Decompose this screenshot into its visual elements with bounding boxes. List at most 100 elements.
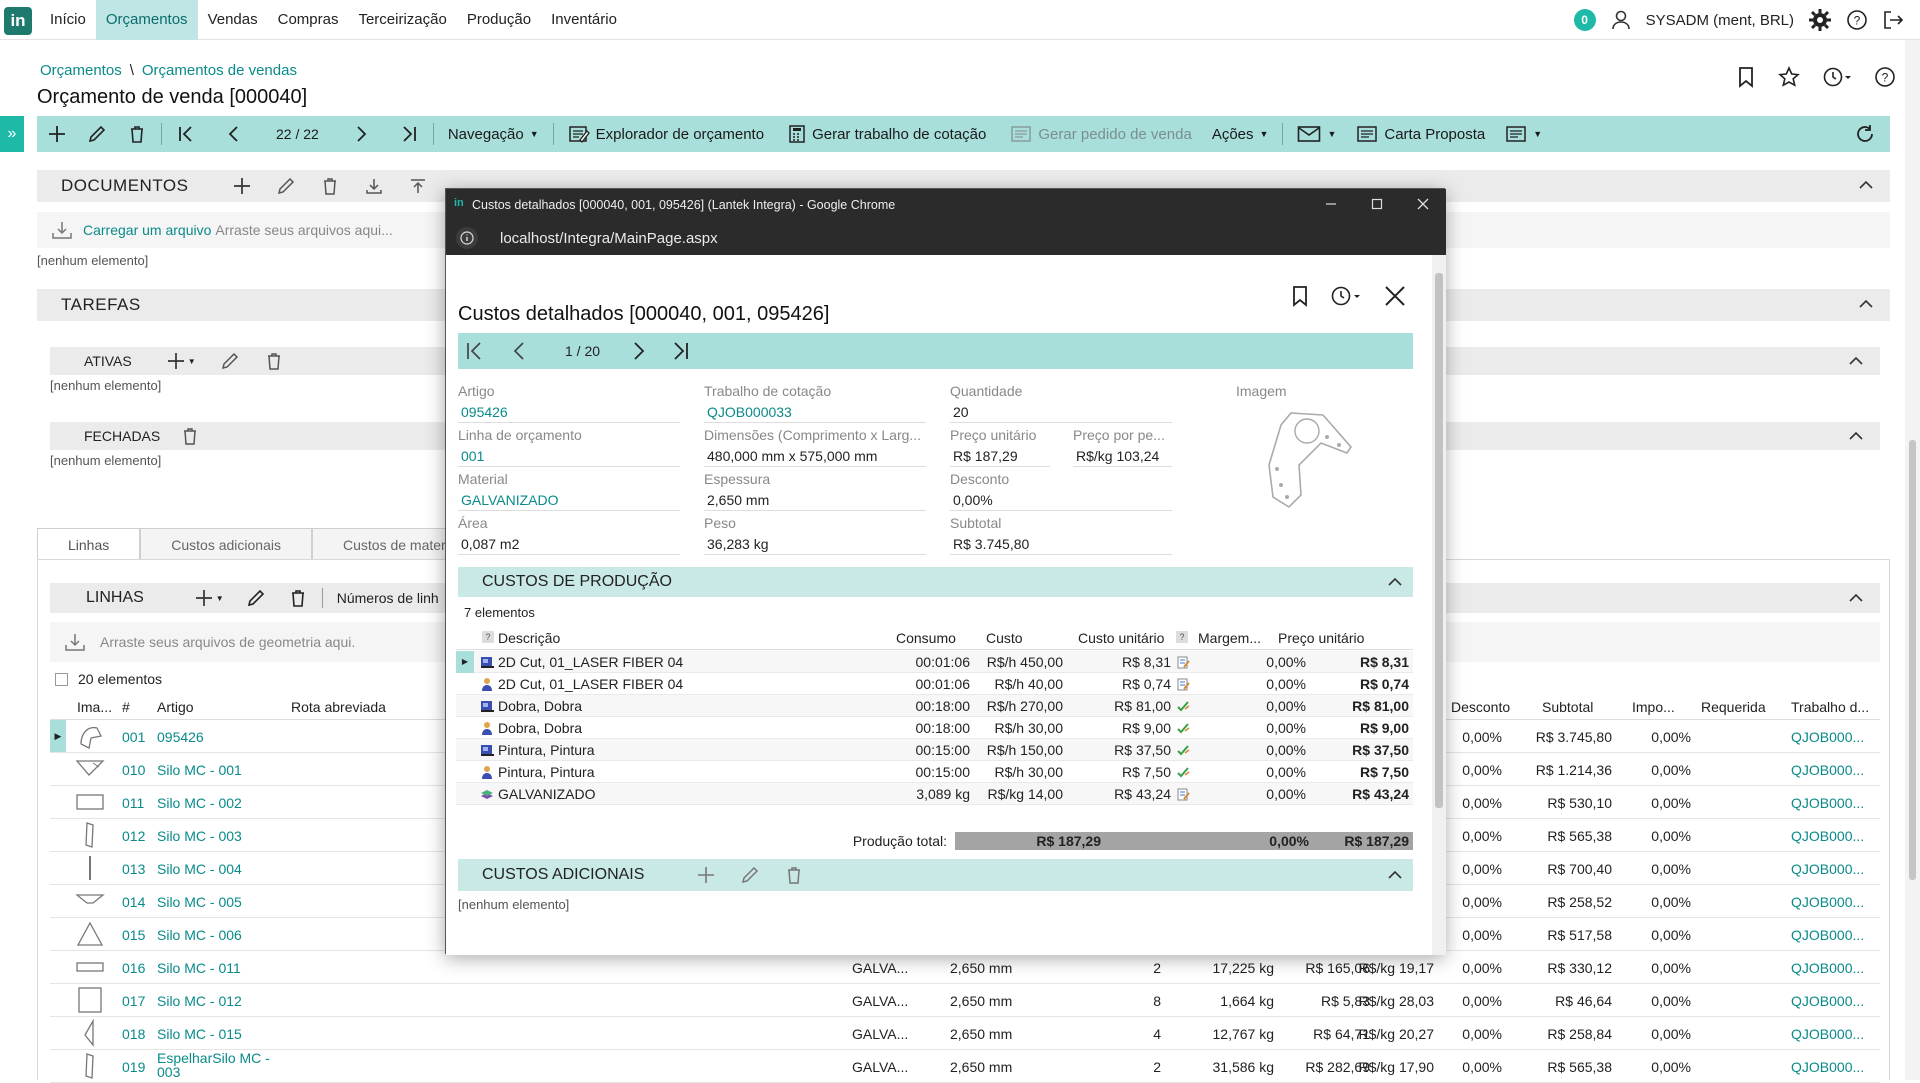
menu-producao[interactable]: Produção <box>457 0 541 40</box>
download-icon[interactable] <box>364 176 384 196</box>
next-record-button[interactable] <box>628 341 648 361</box>
row-artigo[interactable]: Silo MC - 002 <box>157 795 242 811</box>
navegacao-menu[interactable]: Navegação ▼ <box>438 116 549 152</box>
row-trabalho[interactable]: QJOB000... <box>1791 795 1864 811</box>
col-artigo[interactable]: Artigo <box>157 699 194 715</box>
row-trabalho[interactable]: QJOB000... <box>1791 894 1864 910</box>
breadcrumb-orcamentos-vendas[interactable]: Orçamentos de vendas <box>142 62 297 79</box>
row-artigo[interactable]: Silo MC - 003 <box>157 828 242 844</box>
collapse-tarefas-icon[interactable] <box>1858 298 1874 310</box>
linha-link[interactable]: 001 <box>458 445 680 467</box>
col-numero[interactable]: # <box>122 699 130 715</box>
collapse-documentos-icon[interactable] <box>1858 179 1874 191</box>
edit-line-icon[interactable] <box>246 588 266 608</box>
menu-terceirizacao[interactable]: Terceirização <box>348 0 456 40</box>
row-trabalho[interactable]: QJOB000... <box>1791 960 1864 976</box>
row-number[interactable]: 015 <box>122 927 145 943</box>
menu-inicio[interactable]: Início <box>40 0 96 40</box>
row-number[interactable]: 013 <box>122 861 145 877</box>
collapse-adicionais-icon[interactable] <box>1387 869 1403 881</box>
tab-custos-adicionais[interactable]: Custos adicionais <box>140 528 312 560</box>
last-record-button[interactable] <box>389 116 429 152</box>
menu-vendas[interactable]: Vendas <box>198 0 268 40</box>
cost-row[interactable]: GALVANIZADO 3,089 kg R$/kg 14,00 R$ 43,24 0,… <box>456 783 1413 805</box>
row-trabalho[interactable]: QJOB000... <box>1791 729 1864 745</box>
edit-cost-icon[interactable] <box>740 865 760 885</box>
trabalho-link[interactable]: QJOB000033 <box>704 401 926 423</box>
gerar-pedido-button[interactable]: Gerar pedido de venda <box>996 116 1201 152</box>
collapse-fechadas-icon[interactable] <box>1848 430 1864 442</box>
history-icon[interactable] <box>1822 66 1852 88</box>
window-scrollbar[interactable] <box>1432 255 1446 955</box>
help-page-icon[interactable]: ? <box>1874 66 1896 88</box>
cost-status-icon[interactable] <box>1176 787 1190 801</box>
add-button[interactable] <box>37 116 77 152</box>
cost-row[interactable]: Dobra, Dobra 00:18:00 R$/h 30,00 R$ 9,00 0,0… <box>456 717 1413 739</box>
row-number[interactable]: 010 <box>122 762 145 778</box>
sidebar-toggle-button[interactable]: » <box>0 116 24 152</box>
row-artigo[interactable]: Silo MC - 015 <box>157 1026 242 1042</box>
row-artigo[interactable]: Silo MC - 001 <box>157 762 242 778</box>
col-imposto[interactable]: Impo... <box>1632 699 1675 715</box>
row-number[interactable]: 014 <box>122 894 145 910</box>
delete-task-icon[interactable] <box>264 351 284 371</box>
cost-row[interactable]: Pintura, Pintura 00:15:00 R$/h 30,00 R$ 7,5… <box>456 761 1413 783</box>
artigo-link[interactable]: 095426 <box>458 401 680 423</box>
menu-inventario[interactable]: Inventário <box>541 0 627 40</box>
row-number[interactable]: 019 <box>122 1059 145 1075</box>
row-selector-icon[interactable]: ▶ <box>456 651 474 673</box>
edit-task-icon[interactable] <box>220 351 240 371</box>
collapse-ativas-icon[interactable] <box>1848 355 1864 367</box>
cost-status-icon[interactable] <box>1176 699 1190 713</box>
row-selector-icon[interactable]: ▶ <box>50 720 66 752</box>
cost-status-icon[interactable] <box>1176 655 1190 669</box>
edit-document-icon[interactable] <box>276 176 296 196</box>
gerar-trabalho-button[interactable]: Gerar trabalho de cotação <box>774 116 996 152</box>
row-artigo[interactable]: EspelharSilo MC - 003 <box>157 1051 277 1079</box>
bookmark-icon[interactable] <box>1290 285 1310 307</box>
page-scrollbar[interactable] <box>1905 40 1920 1080</box>
acoes-menu[interactable]: Ações ▼ <box>1202 116 1279 152</box>
row-artigo[interactable]: Silo MC - 005 <box>157 894 242 910</box>
row-number[interactable]: 012 <box>122 828 145 844</box>
row-number[interactable]: 016 <box>122 960 145 976</box>
user-icon[interactable] <box>1610 9 1632 31</box>
col-imagem[interactable]: Ima... <box>77 699 112 715</box>
add-document-icon[interactable] <box>232 176 252 196</box>
row-number[interactable]: 011 <box>122 795 144 811</box>
star-icon[interactable] <box>1778 66 1800 88</box>
site-info-icon[interactable] <box>456 227 478 249</box>
col-custo[interactable]: Custo <box>986 630 1023 646</box>
row-artigo[interactable]: Silo MC - 011 <box>157 960 241 976</box>
row-trabalho[interactable]: QJOB000... <box>1791 828 1864 844</box>
col-consumo[interactable]: Consumo <box>896 630 956 646</box>
upload-icon[interactable] <box>408 176 428 196</box>
window-close-icon[interactable] <box>1416 197 1430 211</box>
col-custo-unitario[interactable]: Custo unitário <box>1078 630 1164 646</box>
table-row[interactable]: 018 Silo MC - 015 GALVA... 2,650 mm 4 12,767 … <box>50 1017 1880 1050</box>
maximize-icon[interactable] <box>1370 197 1384 211</box>
cost-status-icon[interactable] <box>1176 677 1190 691</box>
row-trabalho[interactable]: QJOB000... <box>1791 1059 1864 1075</box>
chevron-down-icon[interactable]: ▼ <box>216 594 224 603</box>
previous-record-button[interactable] <box>510 341 530 361</box>
col-desconto[interactable]: Desconto <box>1451 699 1510 715</box>
add-line-icon[interactable] <box>194 588 214 608</box>
menu-orcamentos[interactable]: Orçamentos <box>95 0 198 40</box>
select-all-checkbox[interactable] <box>55 673 68 686</box>
user-name[interactable]: SYSADM (ment, BRL) <box>1646 12 1794 29</box>
row-trabalho[interactable]: QJOB000... <box>1791 762 1864 778</box>
first-record-button[interactable] <box>166 116 206 152</box>
row-trabalho[interactable]: QJOB000... <box>1791 1026 1864 1042</box>
menu-compras[interactable]: Compras <box>268 0 349 40</box>
help-icon[interactable]: ? <box>1846 9 1868 31</box>
explorador-button[interactable]: Explorador de orçamento <box>558 116 774 152</box>
col-rota[interactable]: Rota abreviada <box>291 699 386 715</box>
upload-file-link[interactable]: Carregar um arquivo <box>83 222 211 238</box>
row-artigo[interactable]: Silo MC - 006 <box>157 927 242 943</box>
col-margem[interactable]: Margem... <box>1198 630 1261 646</box>
cost-row[interactable]: ▶ 2D Cut, 01_LASER FIBER 04 00:01:06 R$/h 4… <box>456 651 1413 673</box>
last-record-button[interactable] <box>670 341 692 361</box>
cost-status-icon[interactable] <box>1176 721 1190 735</box>
delete-closed-task-icon[interactable] <box>180 426 200 446</box>
